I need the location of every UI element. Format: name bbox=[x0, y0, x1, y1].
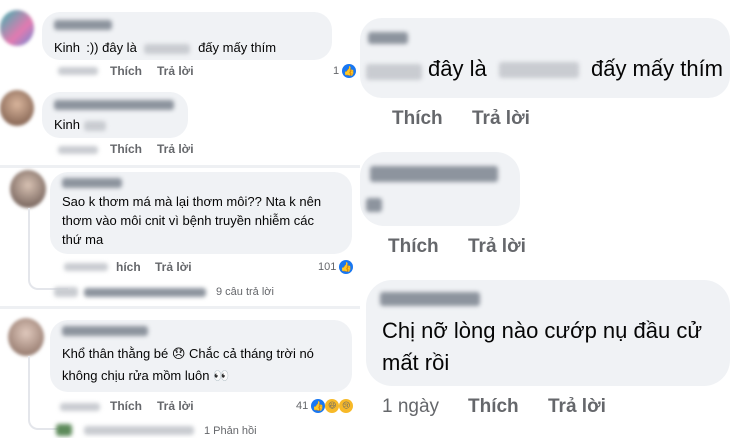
reply-button[interactable]: Trả lời bbox=[155, 260, 192, 274]
comment-text-line: thơm vào môi cnit vì bệnh truyền nhiễm c… bbox=[62, 213, 315, 228]
time-redacted bbox=[64, 263, 108, 271]
divider bbox=[0, 306, 360, 309]
comment-text-line: mất rồi bbox=[382, 350, 450, 375]
comment-text-line: Khổ thân thằng bé 😞 Chắc cả tháng trời n… bbox=[62, 346, 314, 361]
reply-thread-line bbox=[28, 208, 68, 290]
comment-bubble: Sao k thơm má mà lại thơm môi?? Nta k nê… bbox=[50, 172, 352, 254]
reply-button[interactable]: Trả lời bbox=[157, 399, 194, 413]
comment-bubble: Chị nỡ lòng nào cướp nụ đầu cử mất rồi bbox=[366, 280, 730, 386]
author-name-redacted[interactable] bbox=[368, 32, 408, 44]
time-redacted bbox=[60, 403, 100, 411]
author-name-redacted[interactable] bbox=[380, 292, 480, 306]
comment-text-line: Sao k thơm má mà lại thơm môi?? Nta k nê… bbox=[62, 194, 322, 209]
reply-button[interactable]: Trả lời bbox=[157, 142, 194, 156]
avatar[interactable] bbox=[0, 90, 34, 126]
haha-icon: 😆 bbox=[325, 399, 340, 413]
reaction-count: 101 👍 bbox=[318, 260, 354, 274]
sad-icon: 😢 bbox=[339, 399, 354, 413]
comment-text-line: không chịu rửa mồm luôn 👀 bbox=[62, 368, 230, 383]
like-button[interactable]: Thích bbox=[388, 236, 439, 258]
reaction-count: 41 👍 😆 😢 bbox=[296, 399, 354, 413]
like-button[interactable]: Thích bbox=[110, 399, 142, 413]
like-icon: 👍 bbox=[311, 399, 326, 413]
reply-button[interactable]: Trả lời bbox=[472, 108, 530, 130]
time-redacted bbox=[58, 146, 98, 154]
reply-button[interactable]: Trả lời bbox=[548, 396, 606, 418]
comment-bubble: đây là đấy mấy thím bbox=[360, 18, 730, 98]
time-redacted bbox=[58, 67, 98, 75]
author-name-redacted[interactable] bbox=[370, 166, 498, 182]
comment-bubble: Kinh bbox=[42, 92, 188, 138]
reply-thread-line bbox=[28, 356, 58, 430]
reply-button[interactable]: Trả lời bbox=[157, 64, 194, 78]
author-name-redacted[interactable] bbox=[62, 178, 122, 188]
replier-names-redacted bbox=[84, 288, 206, 297]
view-replies-link[interactable]: 1 Phản hồi bbox=[204, 425, 257, 437]
comment-text: đây là đấy mấy thím bbox=[428, 56, 724, 81]
comment-text: Kinh bbox=[54, 117, 106, 132]
redacted-text bbox=[144, 43, 191, 54]
like-icon: 👍 bbox=[339, 260, 354, 274]
comment-bubble: Kinh :)) đây là đấy mấy thím bbox=[42, 12, 332, 60]
like-button[interactable]: Thích bbox=[392, 108, 443, 130]
comment-bubble: Khổ thân thằng bé 😞 Chắc cả tháng trời n… bbox=[50, 320, 352, 392]
divider bbox=[0, 165, 360, 168]
comment-timestamp[interactable]: 1 ngày bbox=[382, 396, 439, 418]
avatar[interactable] bbox=[0, 10, 34, 46]
reply-button[interactable]: Trả lời bbox=[468, 236, 526, 258]
replier-avatar-redacted bbox=[56, 424, 72, 436]
avatar[interactable] bbox=[8, 318, 44, 356]
comment-text-line: Chị nỡ lòng nào cướp nụ đầu cử bbox=[382, 318, 703, 343]
replier-avatars-redacted bbox=[54, 287, 78, 297]
like-button[interactable]: Thích bbox=[110, 142, 142, 156]
like-icon: 👍 bbox=[342, 64, 357, 78]
author-name-redacted[interactable] bbox=[54, 20, 112, 30]
comment-text: Kinh :)) đây là đấy mấy thím bbox=[54, 40, 277, 55]
avatar[interactable] bbox=[10, 170, 46, 208]
author-name-redacted[interactable] bbox=[54, 100, 174, 110]
comment-text-line: thứ ma bbox=[62, 232, 104, 247]
redacted-text bbox=[366, 198, 382, 212]
view-replies-link[interactable]: 9 câu trả lời bbox=[216, 286, 274, 298]
like-button[interactable]: hích bbox=[116, 260, 141, 274]
redacted-text bbox=[83, 120, 106, 131]
like-button[interactable]: Thích bbox=[110, 64, 142, 78]
author-name-redacted[interactable] bbox=[62, 326, 148, 336]
like-button[interactable]: Thích bbox=[468, 396, 519, 418]
comment-bubble bbox=[360, 152, 520, 226]
redacted-text bbox=[366, 64, 422, 80]
redacted-text bbox=[498, 62, 579, 79]
replier-names-redacted bbox=[84, 426, 194, 435]
reaction-count: 1 👍 bbox=[333, 64, 357, 78]
